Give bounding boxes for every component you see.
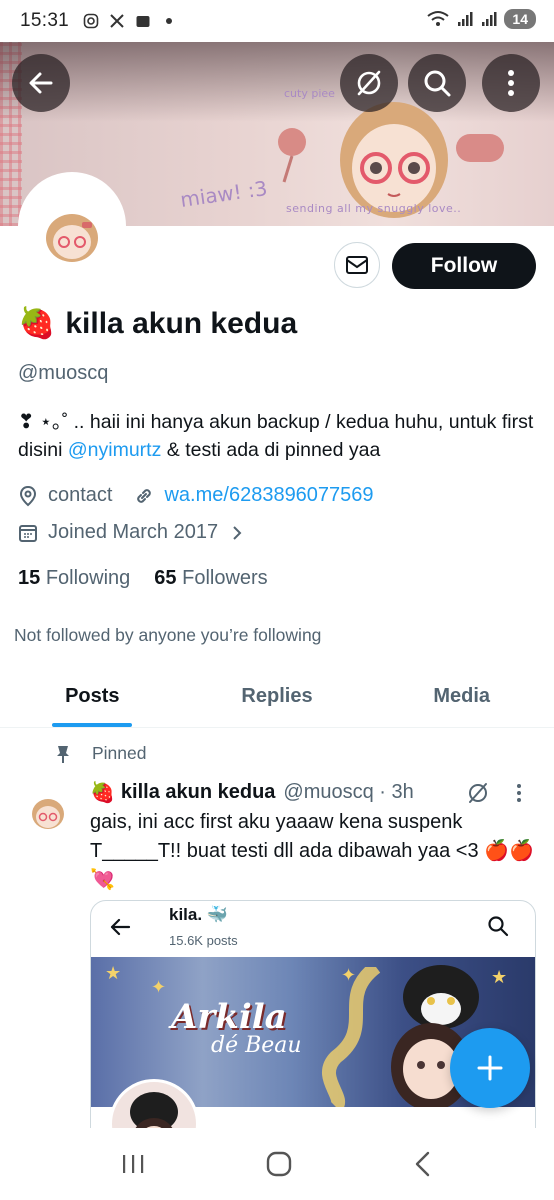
tab-posts[interactable]: Posts — [0, 666, 185, 727]
chevron-right-icon — [233, 525, 242, 540]
envelope-icon — [346, 256, 368, 274]
profile-joined: Joined March 2017 — [48, 521, 219, 543]
post-avatar-illustration — [26, 790, 70, 834]
star-icon: ✦ — [151, 977, 167, 997]
recent-apps-icon[interactable] — [120, 1152, 146, 1176]
tab-media[interactable]: Media — [369, 666, 554, 727]
instagram-icon — [83, 13, 99, 29]
link-icon — [137, 488, 152, 503]
location-pin-icon — [19, 485, 37, 506]
post-header: 🍓 killa akun kedua @muoscq · 3h — [90, 780, 414, 805]
not-followed-notice: Not followed by anyone you’re following — [14, 625, 322, 645]
profile-location: contact — [48, 484, 113, 506]
pinned-indicator: Pinned — [54, 743, 147, 764]
grok-icon — [357, 70, 381, 96]
embed-banner-subtitle: dé Beau — [211, 1033, 302, 1058]
banner-chat-bubble — [456, 134, 504, 162]
message-button[interactable] — [334, 242, 380, 288]
arrow-left-icon — [110, 918, 131, 936]
back-button[interactable] — [12, 54, 70, 112]
following-link[interactable]: 15 Following — [18, 567, 130, 590]
post-text: gais, ini acc first aku yaaaw kena suspe… — [90, 811, 534, 891]
x-icon — [110, 14, 124, 28]
grok-button[interactable] — [340, 54, 398, 112]
system-navigation-bar — [0, 1128, 554, 1200]
profile-joined-row[interactable]: Joined March 2017 — [18, 521, 244, 544]
home-icon[interactable] — [265, 1150, 293, 1178]
tab-replies[interactable]: Replies — [185, 666, 370, 727]
status-bar: 15:31 14 — [0, 0, 554, 42]
search-icon — [488, 916, 509, 937]
battery-indicator: 14 — [504, 9, 536, 29]
name-emoji: 🍓 — [18, 307, 56, 340]
profile-avatar[interactable] — [18, 172, 126, 280]
embed-post-count: 15.6K posts — [169, 933, 238, 948]
embed-profile-name: kila. 🐳 — [169, 905, 228, 924]
status-notification-icons — [83, 13, 177, 29]
bio-text-end: & testi ada di pinned yaa — [166, 439, 381, 461]
banner-text-miaw: miaw! :3 — [178, 176, 269, 212]
avatar-illustration — [22, 176, 122, 276]
compose-post-button[interactable] — [450, 1028, 530, 1108]
follow-button[interactable]: Follow — [392, 243, 536, 289]
post-grok-button[interactable] — [466, 781, 490, 810]
post-more-button[interactable] — [516, 783, 522, 808]
profile-tabs: Posts Replies Media — [0, 666, 554, 728]
more-vertical-icon — [508, 70, 514, 96]
signal-icon — [458, 12, 473, 26]
status-time: 15:31 — [20, 10, 70, 31]
banner-lollipop — [278, 128, 306, 183]
post-author-avatar[interactable] — [26, 790, 70, 834]
grok-icon — [469, 783, 487, 803]
profile-bio: ❣︎ ⋆｡˚ .. haii ini hanya akun backup / k… — [18, 408, 542, 464]
profile-website-link[interactable]: wa.me/6283896077569 — [164, 484, 373, 507]
wallet-icon — [136, 16, 150, 27]
post-author-handle: @muoscq · 3h — [283, 781, 414, 803]
star-icon: ★ — [105, 963, 122, 983]
name-text: killa akun kedua — [65, 306, 298, 340]
plus-icon — [477, 1055, 503, 1081]
post-author-name[interactable]: killa akun kedua — [121, 781, 276, 804]
wifi-icon — [427, 11, 450, 26]
signal-icon — [482, 12, 497, 26]
dot-icon — [166, 18, 173, 24]
post-author-emoji: 🍓 — [90, 782, 115, 804]
status-right-icons: 14 — [426, 9, 536, 29]
pinned-label: Pinned — [92, 743, 147, 763]
system-back-icon[interactable] — [412, 1150, 434, 1178]
pin-icon — [57, 745, 69, 763]
followers-link[interactable]: 65 Followers — [154, 567, 267, 590]
profile-meta-row: contact wa.me/6283896077569 — [18, 484, 374, 507]
profile-name: 🍓 killa akun kedua — [18, 306, 297, 341]
profile-handle: @muoscq — [18, 362, 109, 384]
search-button[interactable] — [408, 54, 466, 112]
search-icon — [424, 70, 451, 97]
banner-text-cuty: cuty piee — [284, 87, 335, 100]
bio-mention-link[interactable]: @nyimurtz — [68, 439, 161, 461]
follow-counts: 15 Following 65 Followers — [18, 567, 268, 590]
embed-banner-title: Arkila — [171, 997, 287, 1037]
arrow-left-icon — [29, 72, 53, 94]
calendar-icon — [19, 524, 37, 542]
post-media-image[interactable]: kila. 🐳 15.6K posts ★ ✦ ★ ✦ Arkila dé Be… — [90, 900, 536, 1150]
more-options-button[interactable] — [482, 54, 540, 112]
more-vertical-icon — [517, 784, 521, 802]
banner-text-sending: sending all my snuggly love.. — [286, 202, 462, 215]
